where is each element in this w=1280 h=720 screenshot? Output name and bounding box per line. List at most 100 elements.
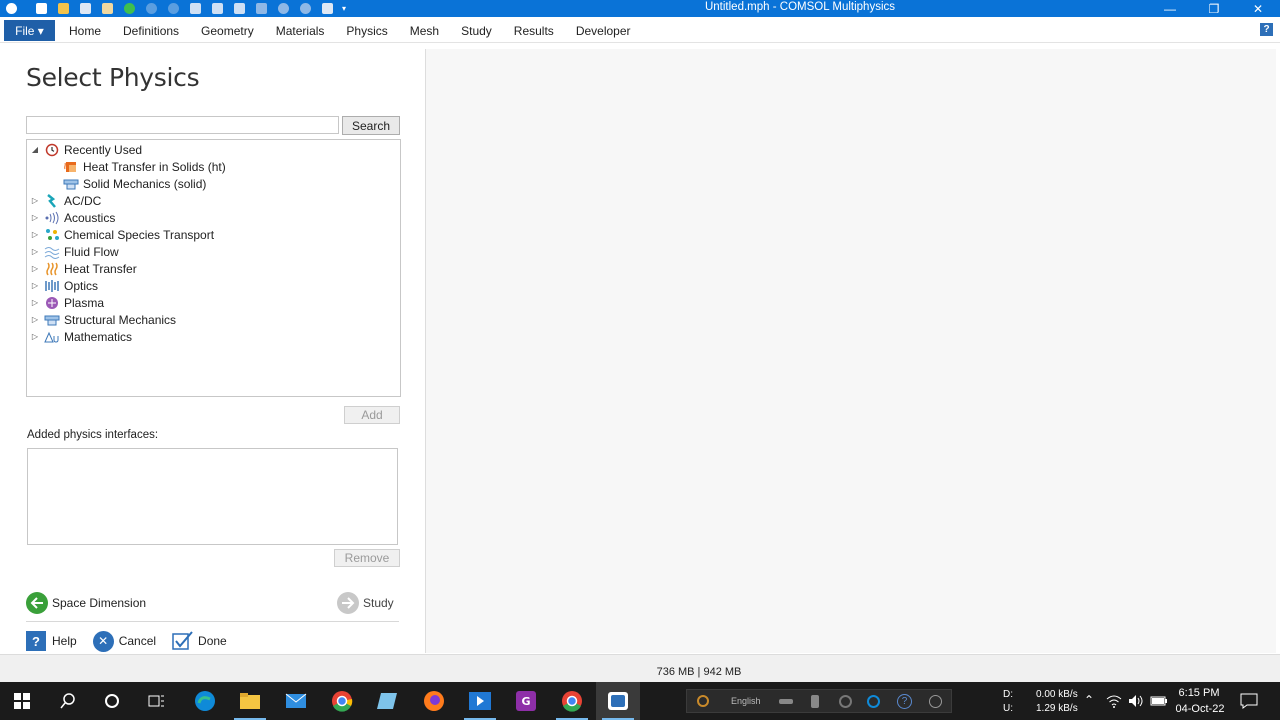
taskbar: G English ? D: U: 0.00 kB/s 1.29 kB/s ⌃ …	[0, 682, 1280, 720]
title-bar: ▾ Untitled.mph - COMSOL Multiphysics — ❐…	[0, 0, 1280, 17]
physics-tree[interactable]: ◢ Recently Used Heat Transfer in Solids …	[26, 139, 401, 397]
collapsed-arrow-icon[interactable]: ▷	[30, 264, 40, 274]
help-tray-icon[interactable]: ?	[897, 694, 912, 709]
tree-item-acoustics[interactable]: ▷ Acoustics	[30, 209, 115, 226]
cancel-button[interactable]: ✕ Cancel	[92, 630, 157, 652]
search-button[interactable]: Search	[342, 116, 400, 135]
customize-dropdown-icon[interactable]: ▾	[338, 0, 350, 17]
tab-study[interactable]: Study	[450, 23, 503, 39]
tree-item-optics[interactable]: ▷ Optics	[30, 277, 98, 294]
collapsed-arrow-icon[interactable]: ▷	[30, 213, 40, 223]
tree-item-recently-used[interactable]: ◢ Recently Used	[30, 141, 142, 158]
collapsed-arrow-icon[interactable]: ▷	[30, 298, 40, 308]
tab-materials[interactable]: Materials	[265, 23, 336, 39]
chrome-icon[interactable]	[320, 682, 364, 720]
tree-item-heat-transfer-in-solids[interactable]: Heat Transfer in Solids (ht)	[63, 158, 226, 175]
solid-mechanics-icon	[63, 177, 79, 191]
tree-item-label: Solid Mechanics (solid)	[83, 176, 207, 191]
edge-icon[interactable]	[183, 682, 227, 720]
collapsed-arrow-icon[interactable]: ▷	[30, 230, 40, 240]
space-dimension-button[interactable]: Space Dimension	[26, 591, 146, 615]
help-icon[interactable]: ?	[1260, 23, 1273, 36]
tab-home[interactable]: Home	[58, 23, 112, 39]
clock-time[interactable]: 6:15 PM	[1177, 687, 1221, 700]
mail-icon[interactable]	[274, 682, 318, 720]
open-file-icon[interactable]	[52, 0, 74, 17]
duplicate-icon[interactable]	[228, 0, 250, 17]
windows-start-icon[interactable]	[0, 682, 44, 720]
added-interfaces-list[interactable]	[27, 448, 398, 545]
mathematics-icon	[44, 330, 60, 344]
copy-icon[interactable]	[184, 0, 206, 17]
ie-icon[interactable]	[867, 695, 880, 708]
keyboard-icon[interactable]	[779, 699, 793, 704]
restore-button[interactable]: ❐	[1192, 0, 1236, 17]
redo-icon[interactable]	[162, 0, 184, 17]
app-icon[interactable]	[366, 682, 410, 720]
tree-item-heat-transfer[interactable]: ▷ Heat Transfer	[30, 260, 137, 277]
add-button[interactable]: Add	[344, 406, 400, 424]
compute-icon[interactable]	[118, 0, 140, 17]
expanded-arrow-icon[interactable]: ◢	[30, 145, 40, 155]
speaker-icon[interactable]	[1128, 694, 1144, 711]
new-file-icon[interactable]	[30, 0, 52, 17]
move-down-icon[interactable]	[294, 0, 316, 17]
move-up-icon[interactable]	[272, 0, 294, 17]
search-icon[interactable]	[46, 682, 90, 720]
collapsed-arrow-icon[interactable]: ▷	[30, 332, 40, 342]
chevron-up-icon[interactable]: ⌃	[1084, 693, 1094, 707]
pdf-app-icon[interactable]: G	[504, 682, 548, 720]
save-icon[interactable]	[74, 0, 96, 17]
done-button[interactable]: Done	[172, 630, 227, 652]
settings-icon[interactable]	[316, 0, 338, 17]
file-menu-button[interactable]: File ▾	[4, 20, 55, 41]
tree-item-chemical-species-transport[interactable]: ▷ Chemical Species Transport	[30, 226, 214, 243]
comsol-logo-icon[interactable]	[0, 0, 22, 17]
tab-geometry[interactable]: Geometry	[190, 23, 265, 39]
tab-results[interactable]: Results	[503, 23, 565, 39]
remove-button[interactable]: Remove	[334, 549, 400, 567]
tree-item-structural-mechanics[interactable]: ▷ Structural Mechanics	[30, 311, 176, 328]
close-button[interactable]: ✕	[1236, 0, 1280, 17]
save-as-icon[interactable]	[96, 0, 118, 17]
undo-icon[interactable]	[140, 0, 162, 17]
tree-item-fluid-flow[interactable]: ▷ Fluid Flow	[30, 243, 119, 260]
chrome-profile-icon[interactable]	[550, 682, 594, 720]
file-explorer-icon[interactable]	[228, 682, 272, 720]
tab-physics[interactable]: Physics	[335, 23, 398, 39]
cortana-icon[interactable]	[90, 682, 134, 720]
tree-item-mathematics[interactable]: ▷ Mathematics	[30, 328, 132, 345]
help-button[interactable]: ? Help	[26, 630, 77, 652]
firefox-icon[interactable]	[412, 682, 456, 720]
tab-developer[interactable]: Developer	[565, 23, 642, 39]
tree-item-label: Heat Transfer	[64, 261, 137, 276]
tree-item-plasma[interactable]: ▷ Plasma	[30, 294, 104, 311]
usb-icon[interactable]	[811, 695, 819, 708]
language-label[interactable]: English	[731, 695, 761, 708]
delete-icon[interactable]	[250, 0, 272, 17]
task-view-icon[interactable]	[135, 682, 179, 720]
collapsed-arrow-icon[interactable]: ▷	[30, 315, 40, 325]
tree-item-solid-mechanics[interactable]: Solid Mechanics (solid)	[63, 175, 206, 192]
collapsed-arrow-icon[interactable]: ▷	[30, 196, 40, 206]
audio-icon[interactable]	[697, 695, 709, 707]
clock-date[interactable]: 04-Oct-22	[1174, 703, 1226, 716]
study-button[interactable]: Study	[337, 591, 394, 615]
tree-item-acdc[interactable]: ▷ AC/DC	[30, 192, 101, 209]
gear-icon[interactable]	[839, 695, 852, 708]
cancel-label: Cancel	[118, 634, 157, 648]
power-icon[interactable]	[929, 695, 942, 708]
collapsed-arrow-icon[interactable]: ▷	[30, 247, 40, 257]
comsol-taskbar-icon[interactable]	[596, 682, 640, 720]
tab-mesh[interactable]: Mesh	[399, 23, 450, 39]
paste-icon[interactable]	[206, 0, 228, 17]
minimize-button[interactable]: —	[1148, 0, 1192, 17]
search-input[interactable]	[26, 116, 339, 134]
video-player-icon[interactable]	[458, 682, 502, 720]
wifi-icon[interactable]	[1106, 694, 1122, 711]
collapsed-arrow-icon[interactable]: ▷	[30, 281, 40, 291]
notifications-icon[interactable]	[1240, 693, 1258, 712]
arrow-left-icon	[26, 592, 48, 614]
tab-definitions[interactable]: Definitions	[112, 23, 190, 39]
battery-icon[interactable]	[1150, 695, 1168, 710]
